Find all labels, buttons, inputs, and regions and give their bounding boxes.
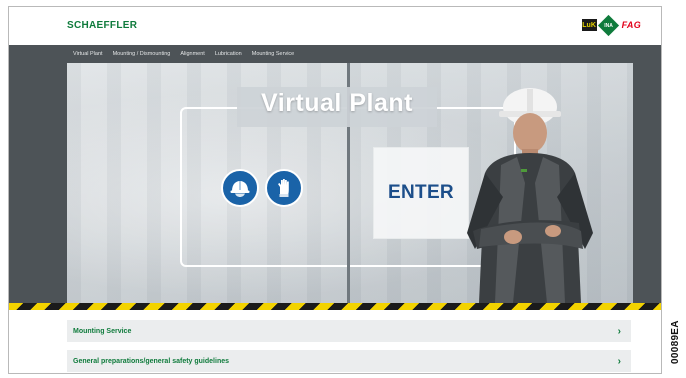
list-item-label: General preparations/general safety guid… <box>73 357 229 365</box>
chevron-right-icon: › <box>617 355 621 367</box>
hero-title: Virtual Plant <box>261 89 413 117</box>
hazard-stripe <box>9 303 661 310</box>
nav-item-alignment[interactable]: Alignment <box>180 51 204 57</box>
main-nav: Virtual Plant Mounting / Dismounting Ali… <box>9 45 661 63</box>
link-list: Mounting Service › General preparations/… <box>9 310 661 373</box>
brand-logos: LuK INA FAG <box>581 14 641 36</box>
list-item-mounting-service[interactable]: Mounting Service › <box>67 320 631 342</box>
nav-item-mounting-dismounting[interactable]: Mounting / Dismounting <box>113 51 171 57</box>
fag-logo: FAG <box>621 20 641 30</box>
nav-item-virtual-plant[interactable]: Virtual Plant <box>73 51 103 57</box>
nav-item-mounting-service[interactable]: Mounting Service <box>252 51 295 57</box>
worker-image <box>467 88 593 303</box>
schaeffler-logo[interactable]: SCHAEFFLER <box>67 20 137 31</box>
glove-icon[interactable] <box>265 169 303 207</box>
ina-logo: INA <box>597 14 619 36</box>
hero-banner: Virtual Plant ENTER <box>67 63 633 303</box>
chevron-right-icon: › <box>617 325 621 337</box>
nav-item-lubrication[interactable]: Lubrication <box>215 51 242 57</box>
list-item-label: Mounting Service <box>73 327 132 335</box>
figure-code: 00089EA <box>670 320 681 364</box>
ina-logo-text: INA <box>603 22 613 28</box>
list-item-general-preparations[interactable]: General preparations/general safety guid… <box>67 350 631 372</box>
helmet-icon[interactable] <box>221 169 259 207</box>
luk-logo: LuK <box>581 19 597 31</box>
browser-page: SCHAEFFLER LuK INA FAG Virtual Plant Mou… <box>8 6 662 374</box>
site-header: SCHAEFFLER LuK INA FAG <box>9 7 661 45</box>
enter-label: ENTER <box>388 182 454 203</box>
